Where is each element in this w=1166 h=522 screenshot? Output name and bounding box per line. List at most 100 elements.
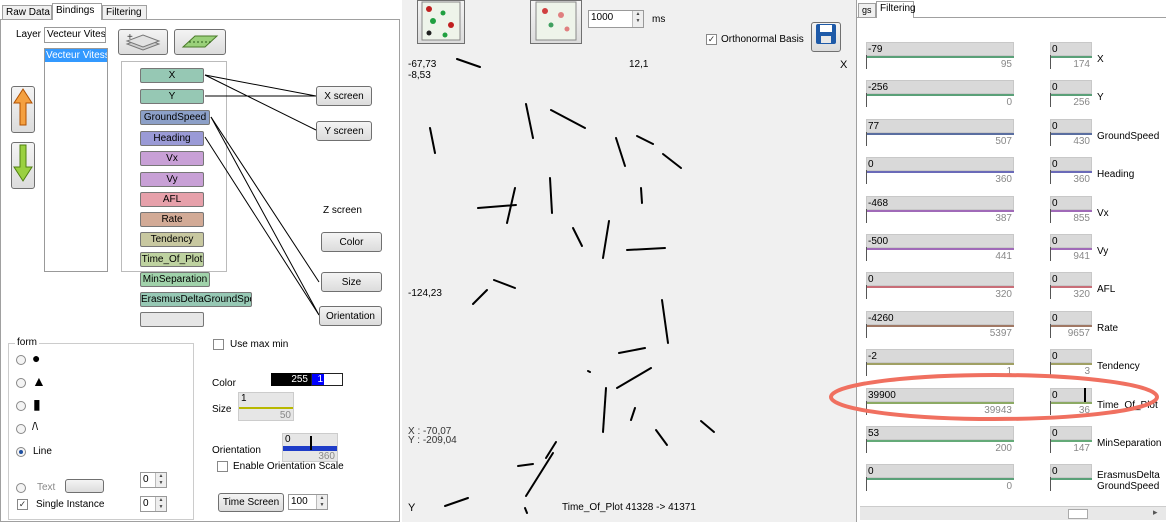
size-slider[interactable]: 1 50 (238, 392, 294, 421)
filter-thumb[interactable] (866, 93, 867, 107)
filter-slider[interactable]: -4260 5397 (866, 311, 1014, 339)
spin-text[interactable]: 0 ▲ ▼ (140, 472, 167, 488)
radio-bar[interactable] (16, 401, 26, 411)
scatter-alt-view-button[interactable] (530, 0, 582, 44)
radio-triangle[interactable] (16, 378, 26, 388)
filter-slider[interactable]: 0 (1050, 464, 1092, 492)
filter-slider[interactable]: 0 430 (1050, 119, 1092, 147)
filter-thumb[interactable] (866, 285, 867, 299)
filter-thumb[interactable] (866, 247, 867, 261)
filter-slider[interactable]: 0 320 (1050, 272, 1092, 300)
filter-thumb[interactable] (866, 209, 867, 223)
filter-max: 320 (995, 289, 1012, 300)
filter-slider[interactable]: 0 256 (1050, 80, 1092, 108)
filter-slider[interactable]: -256 0 (866, 80, 1014, 108)
scatter-view-button[interactable] (417, 0, 465, 44)
radio-line[interactable] (16, 447, 26, 457)
spin-arrows-icon[interactable]: ▲ ▼ (632, 11, 643, 27)
size-button[interactable]: Size (321, 272, 382, 292)
tab-bindings[interactable]: Bindings (52, 3, 102, 20)
text-label: Text (37, 482, 56, 493)
spin-arrows-icon[interactable]: ▲ ▼ (155, 473, 166, 487)
color-value-box[interactable]: 255 (271, 373, 311, 386)
filter-thumb[interactable] (866, 362, 867, 376)
filter-slider[interactable]: 0 360 (866, 157, 1014, 185)
radio-text[interactable] (16, 483, 26, 493)
filter-track (1050, 440, 1092, 442)
filter-slider[interactable]: -2 1 (866, 349, 1014, 377)
spin-arrows-icon[interactable]: ▲ ▼ (155, 497, 166, 511)
filter-thumb-max[interactable] (1084, 388, 1086, 402)
filter-thumb[interactable] (866, 170, 867, 184)
radio-caret[interactable] (16, 424, 26, 434)
filter-slider[interactable]: 0 9657 (1050, 311, 1092, 339)
spin-instance[interactable]: 0 ▲ ▼ (140, 496, 167, 512)
vector-line (602, 220, 610, 259)
tab-bindings-right[interactable]: gs (858, 3, 876, 18)
filter-thumb[interactable] (1050, 285, 1051, 299)
time-spin[interactable]: 100 ▲ ▼ (288, 494, 328, 510)
orientation-scale-label: Enable Orientation Scale (233, 461, 344, 472)
orientation-button[interactable]: Orientation (319, 306, 382, 326)
single-instance-checkbox[interactable]: ✓ (17, 499, 28, 510)
horizontal-scrollbar[interactable]: ▸ (860, 506, 1166, 520)
filter-slider[interactable]: 0 941 (1050, 234, 1092, 262)
time-screen-button[interactable]: Time Screen (218, 493, 284, 512)
y-screen-button[interactable]: Y screen (316, 121, 372, 141)
orientation-thumb[interactable] (310, 436, 312, 450)
tab-filtering-right[interactable]: Filtering (876, 1, 916, 18)
filter-thumb[interactable] (1050, 132, 1051, 146)
filter-thumb[interactable] (866, 439, 867, 453)
scrollbar-thumb[interactable] (1068, 509, 1088, 519)
filter-thumb[interactable] (866, 55, 867, 69)
filter-thumb[interactable] (1050, 170, 1051, 184)
filter-thumb[interactable] (866, 477, 867, 491)
filter-slider[interactable]: 0 36 (1050, 388, 1092, 416)
filter-slider[interactable]: -500 441 (866, 234, 1014, 262)
filter-label: Tendency (1097, 361, 1140, 372)
color-button[interactable]: Color (321, 232, 382, 252)
filter-thumb[interactable] (866, 324, 867, 338)
filter-thumb[interactable] (1050, 93, 1051, 107)
filter-slider[interactable]: 00 (866, 464, 1014, 492)
filter-slider[interactable]: 39900 39943 (866, 388, 1014, 416)
filter-slider[interactable]: 0 174 (1050, 42, 1092, 70)
filter-thumb[interactable] (866, 401, 867, 415)
scroll-right-icon[interactable]: ▸ (1153, 507, 1158, 518)
filter-slider[interactable]: -79 95 (866, 42, 1014, 70)
color-swatch[interactable]: 1 (311, 373, 343, 386)
filter-thumb[interactable] (1050, 401, 1051, 415)
filter-slider[interactable]: 0 320 (866, 272, 1014, 300)
filter-slider[interactable]: 0 855 (1050, 196, 1092, 224)
interval-spin[interactable]: 1000 ▲ ▼ (588, 10, 644, 28)
filter-thumb[interactable] (1050, 477, 1051, 491)
filter-thumb[interactable] (1050, 209, 1051, 223)
filter-thumb[interactable] (1050, 362, 1051, 376)
filter-slider[interactable]: -468 387 (866, 196, 1014, 224)
filter-max: 360 (995, 174, 1012, 185)
orientation-slider[interactable]: 0 360 (282, 433, 338, 462)
text-button[interactable] (65, 479, 104, 493)
filter-slider[interactable]: 0 360 (1050, 157, 1092, 185)
filter-thumb[interactable] (1050, 439, 1051, 453)
filter-slider[interactable]: 0 147 (1050, 426, 1092, 454)
filter-slider[interactable]: 77 507 (866, 119, 1014, 147)
filter-thumb[interactable] (1050, 55, 1051, 69)
filter-track (866, 133, 1014, 135)
form-label: form (15, 337, 39, 348)
filter-track (866, 440, 1014, 442)
radio-circle[interactable] (16, 355, 26, 365)
filter-thumb[interactable] (1050, 247, 1051, 261)
filter-slider[interactable]: 53 200 (866, 426, 1014, 454)
filter-track (1050, 248, 1092, 250)
orthonormal-checkbox[interactable]: ✓ (706, 34, 717, 45)
filter-thumb[interactable] (1050, 324, 1051, 338)
filter-thumb[interactable] (866, 132, 867, 146)
use-max-min-checkbox[interactable] (213, 339, 224, 350)
save-button[interactable] (811, 22, 841, 52)
x-screen-button[interactable]: X screen (316, 86, 372, 106)
orientation-scale-checkbox[interactable] (217, 461, 228, 472)
spin-arrows-icon[interactable]: ▲ ▼ (316, 495, 327, 509)
filter-slider[interactable]: 03 (1050, 349, 1092, 377)
filter-track (866, 210, 1014, 212)
